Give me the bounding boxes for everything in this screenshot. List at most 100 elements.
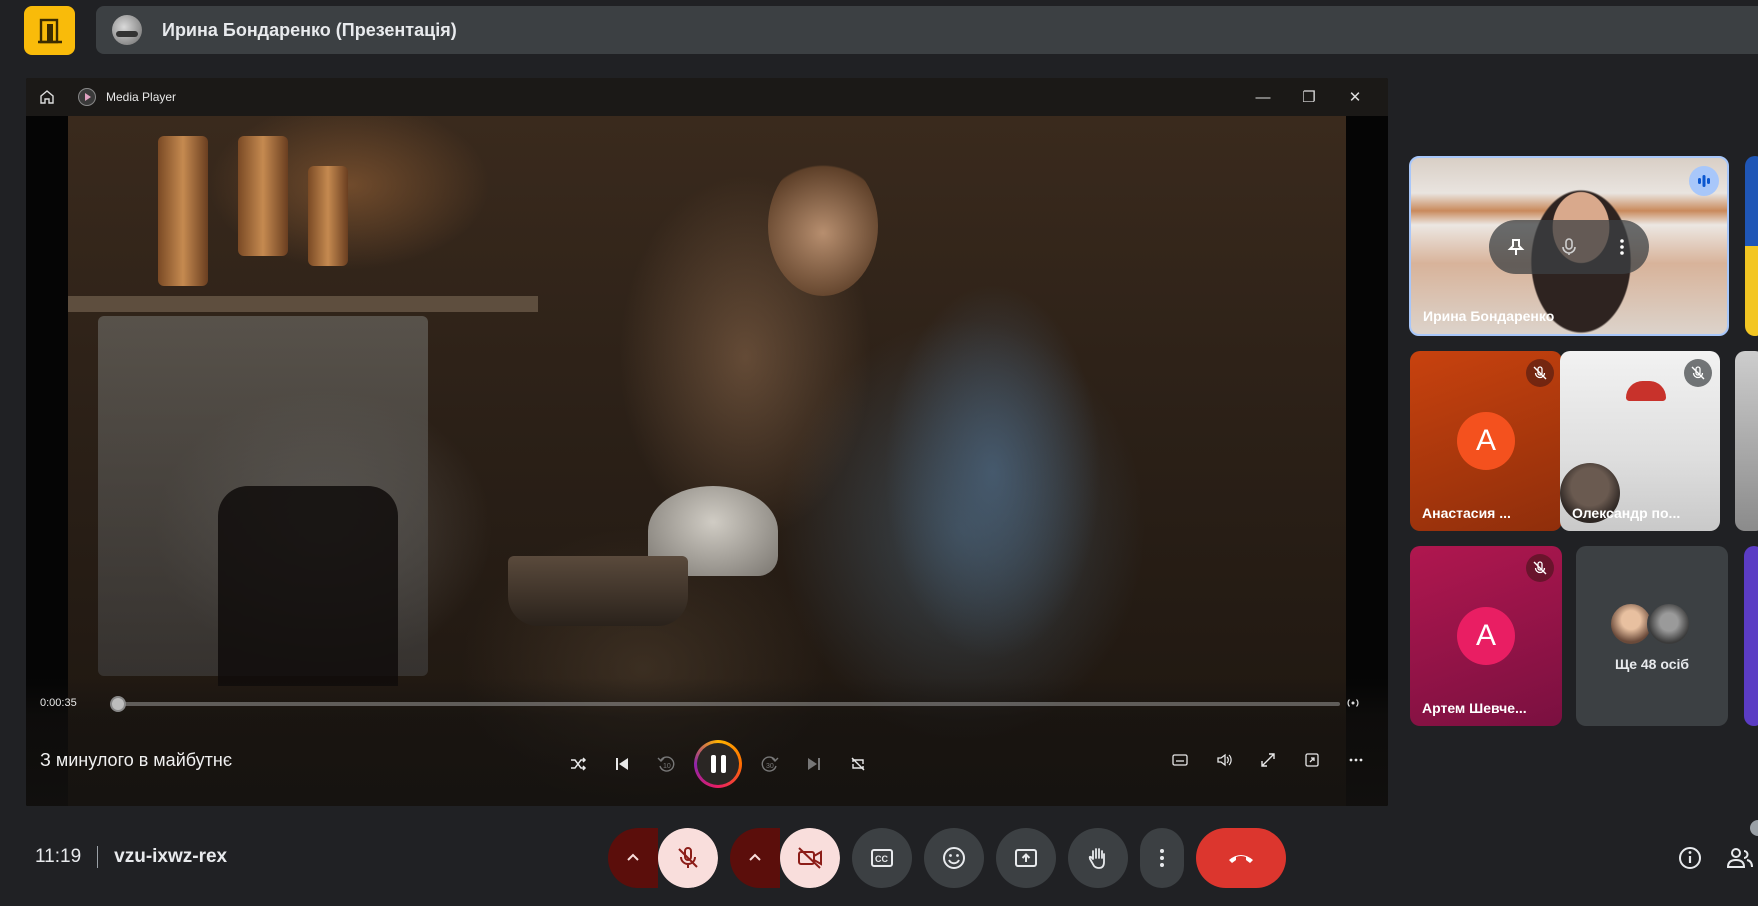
video-scene-detail	[158, 136, 208, 286]
close-button[interactable]: ✕	[1332, 78, 1378, 116]
current-time: 0:00:35	[40, 697, 77, 709]
present-screen-icon	[1015, 849, 1037, 867]
notification-dot	[1750, 820, 1758, 836]
presentation-stage: Media Player — ❐ ✕ 0:00:35 З минулого в …	[26, 78, 1388, 806]
leave-call-button[interactable]	[1196, 828, 1286, 888]
media-player-title: Media Player	[106, 90, 177, 104]
audio-levels-icon	[1698, 175, 1710, 187]
skip-previous-icon	[616, 758, 628, 770]
next-button[interactable]	[794, 744, 834, 784]
shuffle-button[interactable]	[558, 744, 598, 784]
participant-tile-anastasia[interactable]: A Анастасия ...	[1410, 351, 1562, 531]
raise-hand-button[interactable]	[1068, 828, 1128, 888]
more-options-button[interactable]	[1336, 740, 1376, 780]
pause-icon	[710, 755, 726, 773]
playback-controls: 10 30	[556, 740, 880, 788]
call-end-icon	[1229, 855, 1253, 863]
muted-indicator	[1526, 359, 1554, 387]
home-icon[interactable]	[38, 88, 56, 106]
mic-off-icon	[1533, 366, 1547, 380]
presenter-title: Ирина Бондаренко (Презентація)	[162, 19, 457, 40]
mini-player-button[interactable]	[1292, 740, 1332, 780]
muted-indicator	[1684, 359, 1712, 387]
meeting-code: vzu-ixwz-rex	[114, 846, 228, 867]
participant-name: Артем Шевче...	[1422, 700, 1527, 716]
video-scene-detail	[218, 486, 398, 686]
cast-icon[interactable]	[1346, 696, 1360, 710]
more-participants-label: Ще 48 осіб	[1614, 656, 1690, 672]
door-exit-icon	[37, 18, 62, 43]
svg-text:CC: CC	[875, 854, 888, 864]
media-player-controls: 0:00:35 З минулого в майбутнє 10 30	[26, 678, 1388, 806]
participant-tile-artem[interactable]: A Артем Шевче...	[1410, 546, 1562, 726]
media-player-app-icon	[78, 88, 96, 106]
seek-bar[interactable]	[110, 696, 1340, 712]
people-icon	[1726, 848, 1753, 868]
tile-hover-actions	[1489, 220, 1649, 274]
meeting-details-button[interactable]	[1670, 838, 1710, 878]
minimize-button[interactable]: —	[1240, 78, 1286, 116]
presentation-header[interactable]: Ирина Бондаренко (Презентація)	[96, 6, 1758, 54]
captions-button[interactable]: CC	[852, 828, 912, 888]
forward-button[interactable]: 30	[750, 744, 790, 784]
repeat-off-icon	[851, 757, 865, 771]
expand-icon	[1261, 753, 1275, 767]
more-participants-tile[interactable]: Ще 48 осіб	[1576, 546, 1728, 726]
more-horiz-icon	[1349, 758, 1363, 762]
divider	[97, 846, 99, 868]
app-logo-button[interactable]	[24, 6, 75, 55]
participant-name: Ирина Бондаренко	[1423, 308, 1555, 324]
mini-player-icon	[1305, 753, 1319, 767]
media-player-titlebar[interactable]: Media Player — ❐ ✕	[26, 78, 1388, 116]
mic-off-icon	[678, 847, 698, 868]
media-title: З минулого в майбутнє	[40, 750, 233, 770]
repeat-button[interactable]	[838, 744, 878, 784]
participant-tile-partial[interactable]	[1735, 351, 1758, 531]
call-controls: CC	[608, 828, 1286, 888]
video-options-button[interactable]	[730, 828, 780, 888]
camera-off-icon	[798, 847, 822, 869]
meeting-info: 11:19 vzu-ixwz-rex	[35, 846, 227, 868]
seek-knob[interactable]	[110, 696, 126, 712]
participant-tile-olexandr[interactable]: Олександр по...	[1560, 351, 1720, 531]
audio-options-button[interactable]	[608, 828, 658, 888]
present-button[interactable]	[996, 828, 1056, 888]
camera-toggle-button[interactable]	[780, 828, 840, 888]
reactions-button[interactable]	[924, 828, 984, 888]
participant-tile-irina[interactable]: Ирина Бондаренко	[1409, 156, 1729, 336]
mic-off-icon	[1533, 561, 1547, 575]
previous-button[interactable]	[602, 744, 642, 784]
pause-button[interactable]	[694, 740, 742, 788]
more-options-button[interactable]	[1140, 828, 1184, 888]
fullscreen-button[interactable]	[1248, 740, 1288, 780]
subtitles-button[interactable]	[1160, 740, 1200, 780]
participant-name: Олександр по...	[1572, 505, 1681, 521]
rewind-button[interactable]: 10	[646, 744, 686, 784]
meet-app: Ирина Бондаренко (Презентація) Media Pla…	[0, 0, 1758, 906]
video-scene-detail	[238, 136, 288, 256]
participant-tile-partial[interactable]	[1745, 156, 1758, 336]
more-vert-icon	[1160, 849, 1164, 867]
more-vert-icon[interactable]	[1612, 237, 1632, 257]
emoji-icon	[943, 847, 965, 869]
participant-tile-partial[interactable]	[1744, 546, 1758, 726]
forward-label: 30	[766, 763, 774, 770]
camera-control	[730, 828, 840, 888]
mic-off-icon	[1691, 366, 1705, 380]
restore-button[interactable]: ❐	[1286, 78, 1332, 116]
skip-next-icon	[808, 758, 820, 770]
closed-captions-icon: CC	[871, 849, 893, 867]
chevron-up-icon	[749, 853, 761, 861]
avatar	[1647, 602, 1691, 646]
muted-indicator	[1526, 554, 1554, 582]
rewind-10-icon: 10	[657, 756, 675, 772]
raise-hand-icon	[1088, 848, 1105, 869]
volume-button[interactable]	[1204, 740, 1244, 780]
video-scene-detail	[768, 156, 878, 296]
people-button[interactable]	[1720, 838, 1758, 878]
meeting-tools	[1670, 838, 1758, 878]
pin-icon[interactable]	[1506, 237, 1526, 257]
mic-toggle-button[interactable]	[658, 828, 718, 888]
shuffle-icon	[571, 757, 587, 771]
mic-icon[interactable]	[1559, 237, 1579, 257]
